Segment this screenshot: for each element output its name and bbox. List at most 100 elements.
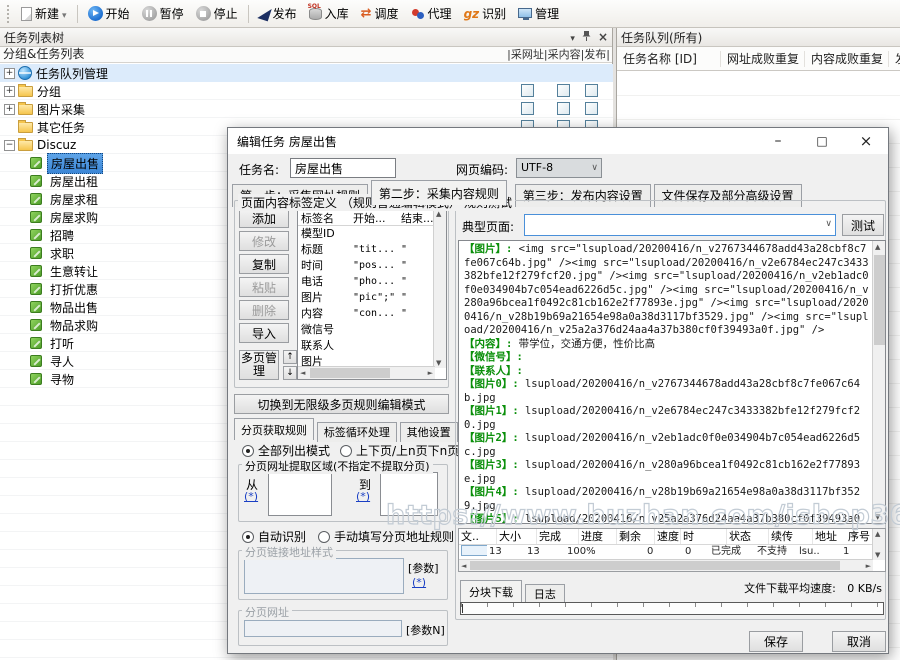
file-table-column[interactable]: 序号 xyxy=(846,529,873,544)
file-table-column[interactable]: 时 xyxy=(681,529,727,544)
maximize-icon[interactable] xyxy=(800,128,844,154)
cancel-button[interactable]: 取消 xyxy=(832,631,886,652)
file-table-row[interactable]: 13 13 100% 0 0 已完成 不支持 lsu.. 1 xyxy=(459,545,885,559)
file-table-column[interactable]: 大小 xyxy=(497,529,537,544)
chevron-down-icon[interactable] xyxy=(62,7,67,21)
move-down-button[interactable]: ↓ xyxy=(283,366,297,380)
schedule-button[interactable]: 调度 xyxy=(355,2,405,25)
column-content-result[interactable]: 内容成败重复 xyxy=(805,51,889,67)
paging-to-input[interactable] xyxy=(380,472,438,516)
radio-manual-paging[interactable]: 手动填写分页地址规则 xyxy=(318,528,454,545)
file-table-column[interactable]: 完成 xyxy=(537,529,579,544)
expand-plus-icon[interactable] xyxy=(4,86,15,97)
stop-button[interactable]: 停止 xyxy=(190,2,244,25)
paging-from-input[interactable] xyxy=(268,472,332,516)
tab-paging-rules[interactable]: 分页获取规则 xyxy=(234,418,314,440)
tag-table-row[interactable]: 时间 "pos... " xyxy=(298,258,446,274)
publish-checkbox[interactable] xyxy=(585,102,598,115)
collect-content-checkbox[interactable] xyxy=(557,84,570,97)
task-label: 房屋求租 xyxy=(47,190,101,209)
pause-button[interactable]: 暂停 xyxy=(136,2,190,25)
encoding-select[interactable]: UTF-8 xyxy=(516,158,602,178)
tag-table-row[interactable]: 电话 "pho... " xyxy=(298,274,446,290)
add-button[interactable]: 添加 xyxy=(239,208,289,228)
tree-folder-image-collect[interactable]: 图片采集 xyxy=(0,100,613,118)
tree-root-queue-manager[interactable]: 任务队列管理 xyxy=(0,64,613,82)
move-up-button[interactable]: ↑ xyxy=(283,350,297,364)
column-url-result[interactable]: 网址成败重复 xyxy=(721,51,805,67)
horizontal-scrollbar[interactable] xyxy=(459,559,873,571)
file-table-column[interactable]: 文.. xyxy=(459,529,497,544)
file-table-column[interactable]: 剩余 xyxy=(617,529,655,544)
tag-table-header: 标签名 开始... 结束... xyxy=(298,209,446,226)
pin-icon[interactable] xyxy=(582,30,591,44)
file-table-column[interactable]: 状态 xyxy=(727,529,769,544)
tag-table-row[interactable]: 模型ID xyxy=(298,226,446,242)
tag-table-row[interactable]: 联系人 xyxy=(298,338,446,354)
column-publish-result[interactable]: 发布成 xyxy=(889,51,900,67)
radio-auto-detect[interactable]: 自动识别 xyxy=(242,528,306,545)
radio-list-all-mode[interactable]: 全部列出模式 xyxy=(242,442,330,459)
switch-multipage-mode-button[interactable]: 切换到无限级多页规则编辑模式 xyxy=(234,394,449,414)
copy-button[interactable]: 复制 xyxy=(239,254,289,274)
close-icon[interactable] xyxy=(844,128,888,154)
from-wildcard-link[interactable]: (*) xyxy=(244,490,258,503)
collect-content-checkbox[interactable] xyxy=(557,102,570,115)
tab-log[interactable]: 日志 xyxy=(525,584,565,604)
tag-table-row[interactable]: 图片 "pic";" " xyxy=(298,290,446,306)
file-table-column[interactable]: 地址 xyxy=(813,529,846,544)
link-style-input[interactable] xyxy=(244,558,404,594)
file-table-column[interactable]: 速度 xyxy=(655,529,681,544)
task-name-input[interactable] xyxy=(290,158,396,178)
minimize-icon[interactable] xyxy=(756,128,800,154)
vertical-scrollbar[interactable] xyxy=(872,529,885,560)
expand-minus-icon[interactable] xyxy=(4,140,15,151)
tree-folder-group[interactable]: 分组 xyxy=(0,82,613,100)
expand-plus-icon[interactable] xyxy=(4,104,15,115)
proxy-button[interactable]: 代理 xyxy=(405,2,458,25)
test-button[interactable]: 测试 xyxy=(842,214,884,236)
new-task-button[interactable]: 新建 xyxy=(15,2,73,25)
col-tag-name[interactable]: 标签名 xyxy=(298,209,350,225)
col-end[interactable]: 结束... xyxy=(398,209,433,225)
page-url-input[interactable] xyxy=(244,620,402,637)
file-table-column[interactable]: 续传 xyxy=(769,529,813,544)
collect-url-checkbox[interactable] xyxy=(521,102,534,115)
dialog-titlebar[interactable]: 编辑任务 房屋出售 xyxy=(228,128,888,154)
delete-button[interactable]: 删除 xyxy=(239,300,289,320)
column-task-name[interactable]: 任务名称 [ID] xyxy=(617,51,721,67)
panel-menu-icon[interactable] xyxy=(570,30,575,44)
modify-button[interactable]: 修改 xyxy=(239,231,289,251)
toolbar-grip[interactable] xyxy=(6,5,11,23)
param-wildcard-link[interactable]: (*) xyxy=(412,576,426,589)
import-button[interactable]: 导入 xyxy=(239,323,289,343)
recognize-button[interactable]: 识别 xyxy=(458,2,513,25)
paste-button[interactable]: 粘贴 xyxy=(239,277,289,297)
tag-table-row[interactable]: 标题 "tit... " xyxy=(298,242,446,258)
collect-url-checkbox[interactable] xyxy=(521,84,534,97)
start-button[interactable]: 开始 xyxy=(82,2,136,25)
tag-table-row[interactable]: 内容 "con... " xyxy=(298,306,446,322)
close-icon[interactable] xyxy=(598,30,608,44)
rule-test-result[interactable]: 【图片】: <img src="lsupload/20200416/n_v276… xyxy=(458,240,886,524)
import-db-button[interactable]: 入库 xyxy=(303,2,355,25)
publish-button[interactable]: 发布 xyxy=(253,2,303,25)
manage-button[interactable]: 管理 xyxy=(512,2,565,25)
expand-plus-icon[interactable] xyxy=(4,68,15,79)
typical-page-select[interactable] xyxy=(524,214,836,236)
file-table-column[interactable]: 进度 xyxy=(579,529,617,544)
col-start[interactable]: 开始... xyxy=(350,209,398,225)
save-button[interactable]: 保存 xyxy=(749,631,803,652)
to-wildcard-link[interactable]: (*) xyxy=(356,490,370,503)
vertical-scrollbar[interactable] xyxy=(433,209,446,368)
vertical-scrollbar[interactable] xyxy=(872,241,885,523)
tab-chunk-download[interactable]: 分块下载 xyxy=(460,580,522,602)
horizontal-scrollbar[interactable] xyxy=(298,366,435,379)
tab-tag-loop[interactable]: 标签循环处理 xyxy=(317,422,397,442)
publish-checkbox[interactable] xyxy=(585,84,598,97)
tab-step2-content-rules[interactable]: 第二步：采集内容规则 xyxy=(371,180,507,205)
tab-other-settings[interactable]: 其他设置 xyxy=(400,422,458,442)
radio-prev-next-mode[interactable]: 上下页/上n页下n页 xyxy=(340,442,459,459)
tag-table-row[interactable]: 微信号 xyxy=(298,322,446,338)
multi-page-button[interactable]: 多页管理 xyxy=(239,350,279,380)
